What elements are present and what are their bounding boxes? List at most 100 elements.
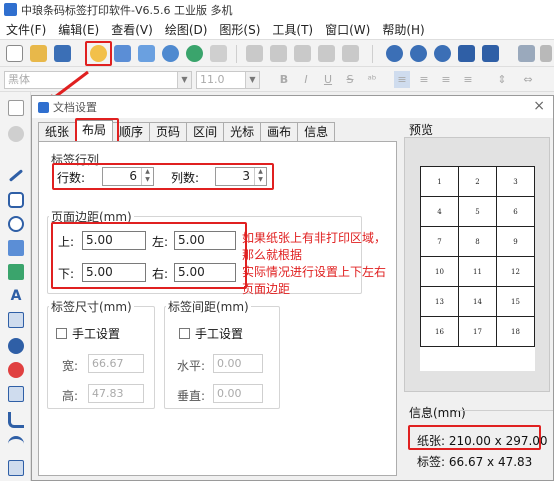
select-tool-icon[interactable] <box>8 460 24 476</box>
text-tool-icon[interactable]: A <box>8 288 24 304</box>
font-size-value: 11.0 <box>200 73 225 86</box>
align-icon[interactable] <box>518 45 535 62</box>
ellipse-tool-icon[interactable] <box>8 216 24 232</box>
preview-cell: 1 <box>420 166 459 197</box>
preview-cell: 12 <box>496 256 535 287</box>
label-height-field[interactable]: 47.83 <box>88 384 144 403</box>
paste-icon[interactable] <box>294 45 311 62</box>
label-size-text: 标签: 66.67 x 47.83 <box>417 455 533 469</box>
char-spacing-icon[interactable]: ⇔ <box>520 71 536 88</box>
copy-icon[interactable] <box>270 45 287 62</box>
preview-cell: 13 <box>420 286 459 317</box>
align-left-icon[interactable]: ≡ <box>394 71 410 88</box>
database-icon[interactable] <box>162 45 179 62</box>
align-center-icon[interactable]: ≡ <box>416 71 432 88</box>
dialog-title: 文档设置 <box>53 101 97 114</box>
preview-cell: 6 <box>496 196 535 227</box>
preview-cell: 18 <box>496 316 535 347</box>
barcode-tool-icon[interactable] <box>8 338 24 354</box>
rows-label: 行数: <box>57 171 86 185</box>
preview-cell: 11 <box>458 256 497 287</box>
line-spacing-icon[interactable]: ⇕ <box>494 71 510 88</box>
annotation-text: 如果纸张上有非打印区域，那么就根据 实际情况进行设置上下左右页面边距 <box>242 230 396 298</box>
zoom-page-icon[interactable] <box>482 45 499 62</box>
more-icon[interactable] <box>540 45 552 62</box>
stepper-arrows-icon[interactable]: ▲ ▼ <box>254 168 266 185</box>
tab-range[interactable]: 区间 <box>186 122 225 141</box>
preview-row: 10 11 12 <box>420 256 535 287</box>
horizontal-gap-field[interactable]: 0.00 <box>213 354 263 373</box>
table-tool-icon[interactable] <box>8 386 24 402</box>
strikethrough-icon[interactable]: S <box>342 71 358 88</box>
width-label: 宽: <box>62 359 79 373</box>
rows-stepper[interactable]: 6 ▲ ▼ <box>102 167 154 186</box>
info-title: 信息(mm) <box>409 406 466 420</box>
label-gap-manual-checkbox[interactable] <box>179 328 190 339</box>
line-tool-icon[interactable] <box>8 169 24 182</box>
tab-order[interactable]: 顺序 <box>112 122 151 141</box>
menu-shape[interactable]: 图形(S) <box>213 21 266 38</box>
stepper-arrows-icon[interactable]: ▲ ▼ <box>141 168 153 185</box>
label-width-field[interactable]: 66.67 <box>88 354 144 373</box>
menu-help[interactable]: 帮助(H) <box>376 21 430 38</box>
label-size-manual-label: 手工设置 <box>72 327 121 341</box>
tab-cursor[interactable]: 光标 <box>223 122 262 141</box>
chevron-down-icon: ▼ <box>177 72 191 88</box>
preview-cell: 8 <box>458 226 497 257</box>
tab-layout[interactable]: 布局 <box>75 120 114 141</box>
tab-info[interactable]: 信息 <box>297 122 336 141</box>
label-size-group: 标签尺寸(mm) 手工设置 宽: 66.67 高: 47.83 <box>47 298 155 409</box>
preview-title: 预览 <box>409 123 434 137</box>
chevron-down-icon: ▼ <box>245 72 259 88</box>
preview-cell: 5 <box>458 196 497 227</box>
zoom-out-icon[interactable] <box>410 45 427 62</box>
menu-window[interactable]: 窗口(W) <box>319 21 376 38</box>
zoom-fit-icon[interactable] <box>434 45 451 62</box>
tab-page-number[interactable]: 页码 <box>149 122 188 141</box>
grid-icon[interactable] <box>210 45 227 62</box>
rectangle-tool-icon[interactable] <box>8 192 24 208</box>
italic-icon[interactable]: I <box>298 71 314 88</box>
bold-icon[interactable]: B <box>276 71 292 88</box>
menu-draw[interactable]: 绘图(D) <box>159 21 214 38</box>
font-size-select[interactable]: 11.0 ▼ <box>196 71 260 89</box>
zoom-actual-size-icon[interactable] <box>458 45 475 62</box>
picture-tool-icon[interactable] <box>8 264 24 280</box>
cut-icon[interactable] <box>246 45 263 62</box>
top-margin-field[interactable]: 5.00 <box>82 231 146 250</box>
top-margin-label: 上: <box>58 235 75 249</box>
zoom-in-icon[interactable] <box>386 45 403 62</box>
vertical-gap-field[interactable]: 0.00 <box>213 384 263 403</box>
preview-cell: 16 <box>420 316 459 347</box>
redo-icon[interactable] <box>342 45 359 62</box>
bottom-margin-field[interactable]: 5.00 <box>82 263 146 282</box>
rich-text-tool-icon[interactable] <box>8 312 24 328</box>
justify-icon[interactable]: ≡ <box>460 71 476 88</box>
left-margin-field[interactable]: 5.00 <box>174 231 236 250</box>
dialog-title-bar: 文档设置 × <box>32 96 553 118</box>
network-icon[interactable] <box>186 45 203 62</box>
close-icon[interactable]: × <box>533 98 545 114</box>
cols-stepper[interactable]: 3 ▲ ▼ <box>215 167 267 186</box>
label-gap-manual-label: 手工设置 <box>195 327 244 341</box>
preview-cell: 9 <box>496 226 535 257</box>
image-tool-icon[interactable] <box>8 240 24 256</box>
menu-tools[interactable]: 工具(T) <box>266 21 319 38</box>
superscript-icon[interactable]: ᵃᵇ <box>364 71 380 88</box>
preview-cell: 17 <box>458 316 497 347</box>
right-margin-field[interactable]: 5.00 <box>174 263 236 282</box>
underline-icon[interactable]: U <box>320 71 336 88</box>
print-preview-icon[interactable] <box>138 45 155 62</box>
label-size-manual-checkbox[interactable] <box>56 328 67 339</box>
preview-row: 456 <box>420 196 535 227</box>
preview-panel: 1 2 3 4 5 6 7 8 9 10 11 12 13 14 15 16 17 18 <box>404 137 550 392</box>
arc-tool-icon[interactable] <box>8 436 24 452</box>
undo-icon[interactable] <box>318 45 335 62</box>
polyline-tool-icon[interactable] <box>8 412 24 428</box>
tab-paper[interactable]: 纸张 <box>38 122 77 141</box>
qrcode-tool-icon[interactable] <box>8 362 24 378</box>
cols-label: 列数: <box>171 171 200 185</box>
tab-canvas[interactable]: 画布 <box>260 122 299 141</box>
preview-row: 16 17 18 <box>420 316 535 347</box>
align-right-icon[interactable]: ≡ <box>438 71 454 88</box>
